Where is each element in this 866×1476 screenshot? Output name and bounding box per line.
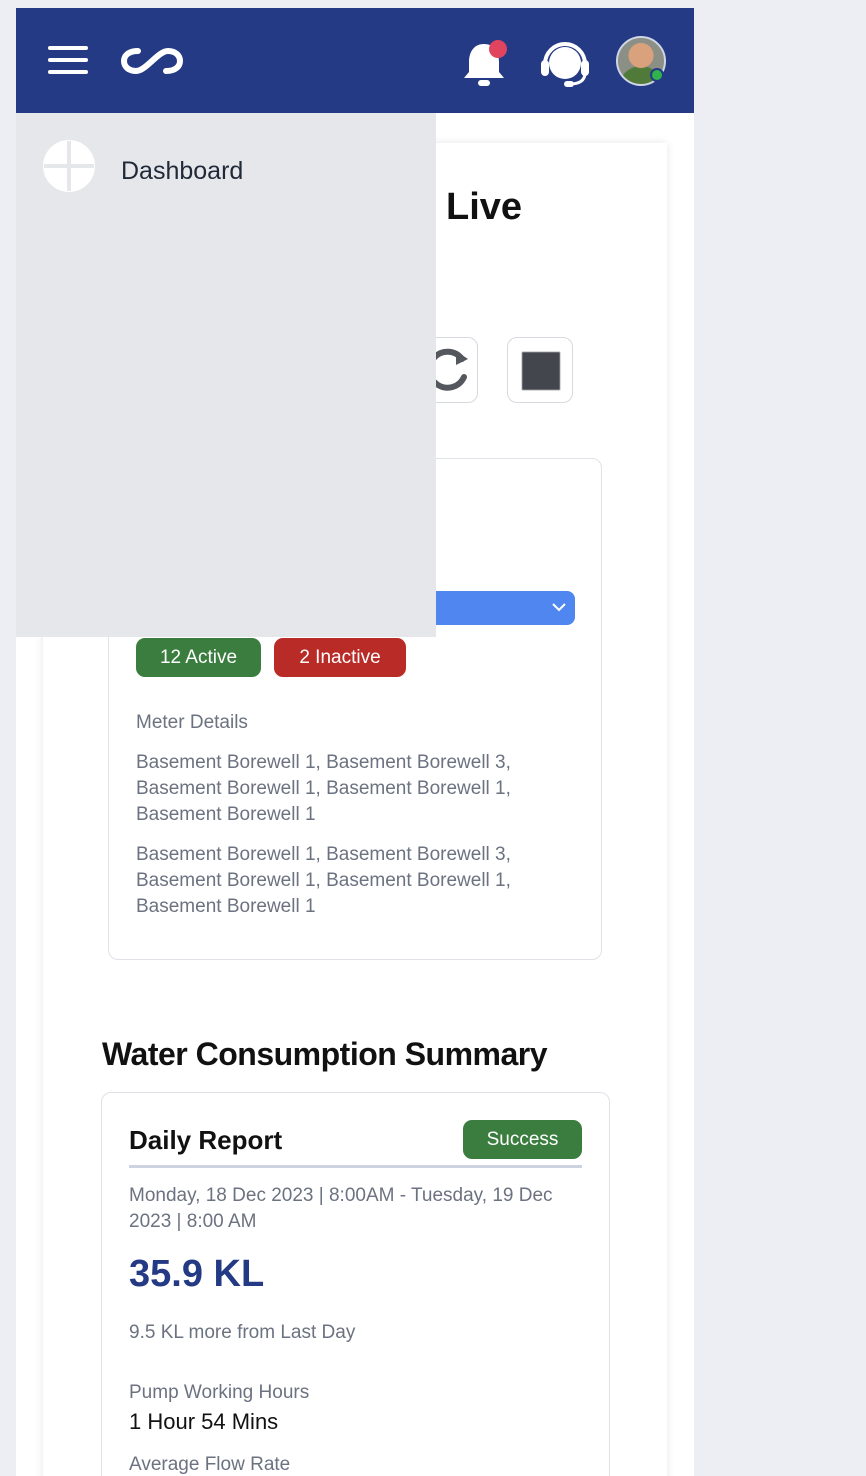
dashboard-icon (43, 140, 95, 192)
stop-icon (522, 352, 560, 390)
pump-hours-label: Pump Working Hours (129, 1382, 310, 1403)
headset-support-icon[interactable] (538, 36, 592, 90)
infinity-logo-icon[interactable] (120, 44, 184, 78)
water-consumption-title: Water Consumption Summary (102, 1036, 548, 1072)
meter-details-text: Basement Borewell 1, Basement Borewell 3… (136, 844, 511, 917)
meter-details-text: Basement Borewell 1, Basement Borewell 3… (136, 752, 511, 825)
report-title: Daily Report (129, 1125, 283, 1155)
chevron-down-icon (552, 603, 566, 612)
active-meters-badge: 12 Active (136, 638, 261, 677)
meter-details-label: Meter Details (136, 712, 248, 733)
user-avatar[interactable] (616, 36, 666, 86)
report-date-range: Monday, 18 Dec 2023 | 8:00AM - Tuesday, … (129, 1185, 553, 1232)
consumption-value: 35.9 KL (129, 1253, 265, 1295)
status-badge: Success (463, 1120, 582, 1159)
inactive-meters-badge: 2 Inactive (274, 638, 406, 677)
drawer-item-label: Dashboard (121, 157, 244, 185)
report-divider (129, 1165, 582, 1168)
side-drawer: Dashboard (16, 113, 436, 637)
top-navigation-bar (16, 8, 694, 113)
pump-hours-value: 1 Hour 54 Mins (129, 1409, 279, 1434)
bell-icon[interactable] (460, 36, 512, 90)
online-status-indicator (650, 68, 664, 82)
drawer-item-dashboard[interactable]: Dashboard (16, 131, 436, 203)
consumption-comparison: 9.5 KL more from Last Day (129, 1322, 356, 1343)
flow-rate-label: Average Flow Rate (129, 1454, 291, 1475)
app-window: Live 12 Active 2 Inactive Meter Details … (16, 8, 694, 1476)
live-section-title: Live (446, 186, 523, 228)
stop-button[interactable] (507, 337, 573, 403)
hamburger-menu-icon[interactable] (48, 44, 88, 76)
